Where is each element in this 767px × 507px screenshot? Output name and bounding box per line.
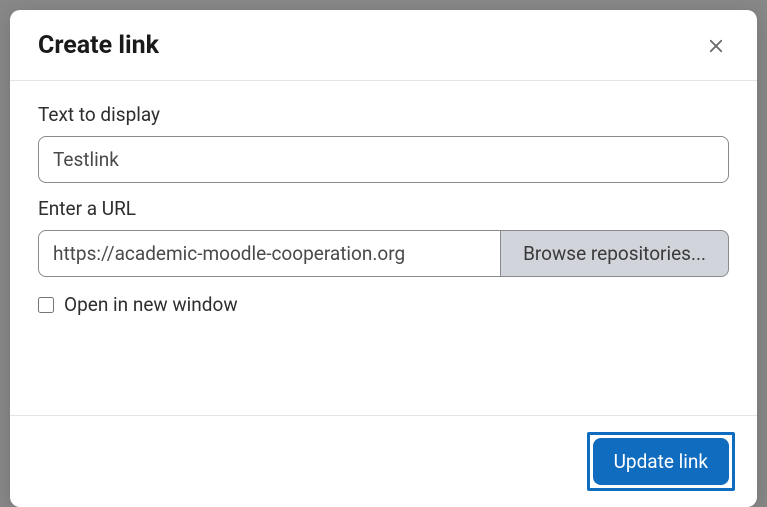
update-button-focus-ring: Update link [587, 432, 735, 491]
modal-title: Create link [38, 31, 159, 60]
close-icon [707, 37, 725, 55]
new-window-row: Open in new window [38, 293, 729, 316]
browse-repositories-button[interactable]: Browse repositories... [500, 230, 729, 277]
text-display-input[interactable] [38, 136, 729, 183]
url-label: Enter a URL [38, 197, 729, 220]
new-window-checkbox[interactable] [38, 297, 54, 313]
modal-header: Create link [10, 10, 757, 81]
new-window-label: Open in new window [64, 293, 238, 316]
close-button[interactable] [703, 33, 729, 59]
create-link-modal: Create link Text to display Enter a URL … [10, 10, 757, 507]
modal-footer: Update link [10, 415, 757, 507]
modal-body: Text to display Enter a URL Browse repos… [10, 81, 757, 415]
url-row: Browse repositories... [38, 230, 729, 277]
text-display-group: Text to display [38, 103, 729, 183]
url-input[interactable] [38, 230, 500, 277]
text-display-label: Text to display [38, 103, 729, 126]
update-link-button[interactable]: Update link [593, 438, 729, 485]
